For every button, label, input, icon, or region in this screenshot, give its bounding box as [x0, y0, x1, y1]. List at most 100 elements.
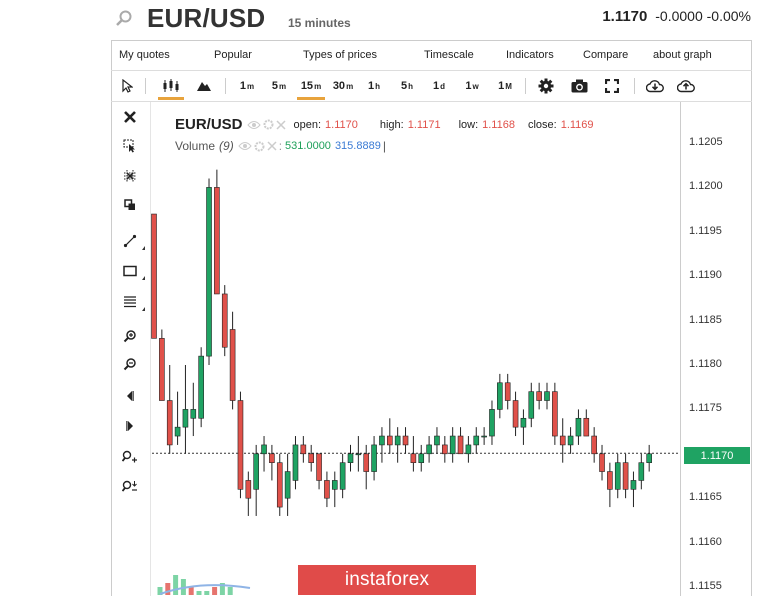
volume-period: (9): [219, 139, 234, 153]
select-cursor-button[interactable]: [119, 136, 141, 156]
rectangle-icon: [123, 265, 137, 277]
interval-1w[interactable]: 1w: [461, 71, 483, 101]
cursor-icon: [122, 79, 133, 93]
interval-1h[interactable]: 1h: [364, 71, 384, 101]
eye-icon[interactable]: [246, 120, 261, 130]
zoom-in-button[interactable]: [119, 326, 141, 346]
y-tick-label: 1.1200: [689, 180, 723, 193]
menu-my-quotes[interactable]: My quotes: [119, 49, 170, 61]
cursor-tool[interactable]: [117, 71, 137, 101]
fibonacci-tool-button[interactable]: [119, 292, 145, 312]
menu-indicators[interactable]: Indicators: [506, 49, 554, 61]
drawing-toolbar: [111, 102, 151, 596]
volume-label: Volume: [175, 139, 216, 153]
scale-down-icon: [122, 480, 137, 492]
menu-types-of-prices[interactable]: Types of prices: [303, 49, 377, 61]
price-change: -0.0000: [655, 8, 703, 24]
y-tick-label: 1.1155: [689, 580, 722, 592]
eye-icon[interactable]: [238, 141, 252, 151]
interval-1m[interactable]: 1m: [235, 71, 259, 101]
gear-icon[interactable]: [254, 141, 265, 152]
active-chart-type-indicator: [158, 97, 184, 100]
gear-icon: [538, 78, 554, 94]
arrow-left-icon: [127, 391, 134, 401]
symbol-title: EUR/USD: [147, 3, 266, 33]
search-icon[interactable]: [115, 9, 133, 27]
interval-1M[interactable]: 1M: [494, 71, 516, 101]
interval-30m[interactable]: 30 m: [329, 71, 357, 101]
candles-icon: [163, 79, 179, 92]
timeframe-label: 15 minutes: [288, 16, 351, 30]
rectangle-tool-button[interactable]: [119, 261, 145, 281]
scale-up-button[interactable]: [119, 446, 141, 466]
area-type-button[interactable]: [193, 71, 215, 101]
y-tick-label: 1.1165: [689, 491, 722, 504]
submenu-indicator: [142, 276, 145, 280]
close-icon[interactable]: [267, 141, 277, 151]
crosshair-tool-button[interactable]: [119, 166, 141, 186]
chart-legend: EUR/USD open: 1.1170 high: 1.1171 low: 1…: [175, 116, 594, 153]
zoom-out-icon: [123, 358, 136, 371]
chart-menu: My quotes Popular Types of prices Timesc…: [111, 40, 752, 70]
active-interval-indicator: [297, 97, 325, 100]
volume-ma-value: 315.8889: [334, 140, 381, 152]
screenshot-button[interactable]: [568, 71, 590, 101]
zoom-out-button[interactable]: [119, 354, 141, 374]
upload-button[interactable]: [675, 71, 697, 101]
price-quote: 1.1170 -0.0000 -0.00%: [602, 8, 751, 25]
trend-line-icon: [123, 234, 137, 248]
chart-toolbar: 1m 5m 15 m 30 m 1h 5h 1d 1w 1M: [111, 70, 752, 102]
interval-5h[interactable]: 5h: [397, 71, 417, 101]
volume-row: Volume (9) : 531.0000 315.8889 |: [175, 139, 386, 153]
y-tick-label: 1.1160: [689, 535, 722, 548]
legend-symbol: EUR/USD: [175, 116, 243, 133]
fullscreen-button[interactable]: [601, 71, 623, 101]
mountain-icon: [197, 82, 211, 91]
gear-icon[interactable]: [263, 119, 274, 130]
open-label: open:: [293, 118, 322, 131]
submenu-indicator: [142, 307, 145, 311]
y-tick-label: 1.1175: [689, 402, 722, 415]
instaforex-logo: instaforex: [298, 565, 476, 595]
settings-button[interactable]: [535, 71, 557, 101]
toolbar-divider: [145, 78, 146, 94]
price-axis[interactable]: 1.1205 1.1200 1.1195 1.1190 1.1185 1.1180 1.11…: [680, 102, 752, 596]
menu-compare[interactable]: Compare: [583, 49, 628, 61]
cloud-upload-icon: [677, 80, 695, 93]
scale-up-icon: [122, 450, 137, 463]
close-value: 1.1169: [560, 118, 594, 131]
scroll-left-button[interactable]: [119, 386, 141, 406]
menu-popular[interactable]: Popular: [214, 49, 252, 61]
submenu-indicator: [142, 246, 145, 250]
remove-drawings-button[interactable]: [119, 107, 141, 127]
toolbar-divider: [634, 78, 635, 94]
quote-header: EUR/USD 15 minutes 1.1170 -0.0000 -0.00%: [0, 0, 775, 40]
fullscreen-icon: [605, 79, 619, 93]
current-price-tag: 1.1170: [684, 447, 750, 464]
download-button[interactable]: [644, 71, 666, 101]
open-value: 1.1170: [325, 118, 358, 131]
high-label: high:: [379, 118, 404, 131]
trend-line-tool-button[interactable]: [119, 231, 145, 251]
y-tick-label: 1.1205: [689, 136, 723, 148]
interval-1d[interactable]: 1d: [429, 71, 449, 101]
toolbar-divider: [225, 78, 226, 94]
zoom-in-icon: [123, 330, 136, 343]
low-label: low:: [458, 118, 479, 131]
last-price: 1.1170: [602, 8, 648, 25]
clone-tool-button[interactable]: [119, 195, 141, 215]
menu-timescale[interactable]: Timescale: [424, 49, 474, 61]
y-tick-label: 1.1190: [689, 269, 722, 282]
low-value: 1.1168: [482, 118, 515, 131]
menu-about-graph[interactable]: about graph: [653, 49, 712, 61]
cloud-download-icon: [646, 80, 664, 93]
interval-5m[interactable]: 5m: [267, 71, 291, 101]
toolbar-divider: [525, 78, 526, 94]
close-icon: [124, 111, 136, 123]
y-tick-label: 1.1195: [689, 224, 722, 237]
scale-down-button[interactable]: [119, 476, 141, 496]
close-icon[interactable]: [275, 119, 286, 130]
scroll-right-button[interactable]: [119, 416, 141, 436]
crosshair-icon: [124, 170, 136, 182]
y-tick-label: 1.1180: [689, 358, 722, 370]
